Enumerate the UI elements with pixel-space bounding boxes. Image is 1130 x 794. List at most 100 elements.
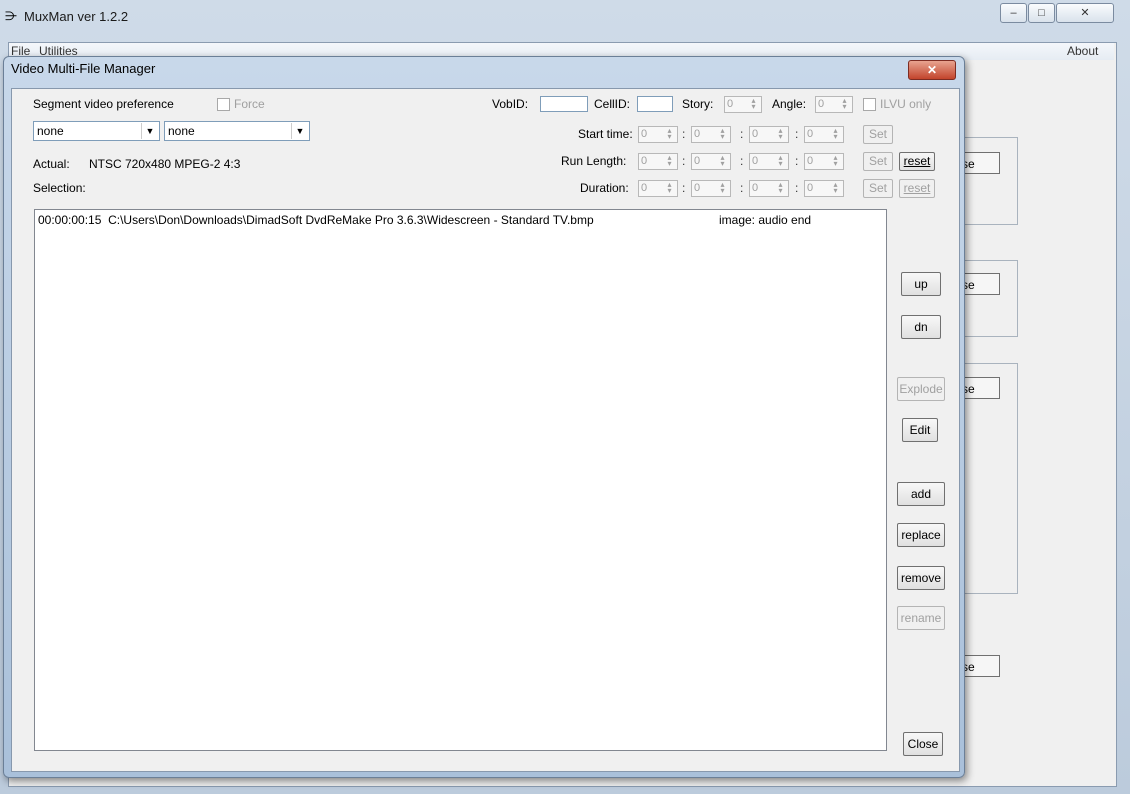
colon: :: [740, 181, 744, 195]
main-window-title: MuxMan ver 1.2.2: [24, 9, 129, 24]
force-label: Force: [234, 97, 265, 111]
run-length-label: Run Length:: [561, 154, 627, 168]
spin-value: 0: [807, 155, 814, 167]
list-item-info: image: audio end: [719, 213, 812, 227]
spin-arrows-icon[interactable]: ▴ ▾: [774, 181, 787, 195]
rename-button[interactable]: rename: [897, 606, 945, 630]
list-item-path: C:\Users\Don\Downloads\DimadSoft DvdReMa…: [108, 213, 594, 227]
duration-label: Duration:: [580, 181, 629, 195]
edit-button[interactable]: Edit: [902, 418, 938, 442]
add-button[interactable]: add: [897, 482, 945, 506]
dialog-title: Video Multi-File Manager: [11, 61, 156, 76]
colon: :: [795, 181, 799, 195]
force-checkbox[interactable]: [217, 98, 230, 111]
file-list[interactable]: 00:00:00:15 C:\Users\Don\Downloads\Dimad…: [34, 209, 887, 751]
spin-value: 0: [694, 128, 701, 140]
segment-pref-label: Segment video preference: [33, 97, 174, 111]
angle-spinner[interactable]: 0 ▴ ▾: [815, 96, 853, 113]
vobid-label: VobID:: [492, 97, 529, 111]
close-icon[interactable]: ✕: [1056, 3, 1114, 23]
angle-value: 0: [818, 98, 825, 110]
actual-value: NTSC 720x480 MPEG-2 4:3: [89, 157, 241, 171]
set-run-length-button[interactable]: Set: [863, 152, 893, 171]
spin-arrows-icon[interactable]: ▴ ▾: [663, 181, 676, 195]
set-duration-button[interactable]: Set: [863, 179, 893, 198]
time-spinner[interactable]: 0 ▴ ▾: [749, 180, 789, 197]
explode-button[interactable]: Explode: [897, 377, 945, 401]
time-spinner[interactable]: 0 ▴ ▾: [749, 153, 789, 170]
list-item-time: 00:00:00:15: [38, 213, 102, 227]
spin-arrows-icon[interactable]: ▴ ▾: [716, 181, 729, 195]
time-spinner[interactable]: 0 ▴ ▾: [638, 126, 678, 143]
time-spinner[interactable]: 0 ▴ ▾: [691, 153, 731, 170]
spin-arrows-icon[interactable]: ▴ ▾: [663, 154, 676, 168]
chevron-down-icon[interactable]: ▼: [291, 123, 308, 139]
spin-value: 0: [641, 182, 648, 194]
angle-label: Angle:: [772, 97, 807, 111]
chevron-down-icon[interactable]: ▼: [141, 123, 158, 139]
time-spinner[interactable]: 0 ▴ ▾: [804, 126, 844, 143]
spin-arrows-icon[interactable]: ▴ ▾: [829, 154, 842, 168]
story-spinner[interactable]: 0 ▴ ▾: [724, 96, 762, 113]
time-spinner[interactable]: 0 ▴ ▾: [691, 180, 731, 197]
remove-button[interactable]: remove: [897, 566, 945, 590]
spin-value: 0: [752, 128, 759, 140]
combo-value: none: [37, 124, 64, 138]
replace-button[interactable]: replace: [897, 523, 945, 547]
spin-value: 0: [641, 155, 648, 167]
move-down-button[interactable]: dn: [901, 315, 941, 339]
maximize-icon[interactable]: □: [1028, 3, 1055, 23]
spin-value: 0: [694, 155, 701, 167]
time-spinner[interactable]: 0 ▴ ▾: [804, 153, 844, 170]
close-button[interactable]: Close: [903, 732, 943, 756]
time-spinner[interactable]: 0 ▴ ▾: [804, 180, 844, 197]
menu-about[interactable]: About: [1067, 44, 1098, 58]
ilvu-checkbox[interactable]: [863, 98, 876, 111]
set-start-button[interactable]: Set: [863, 125, 893, 144]
combo-value: none: [168, 124, 195, 138]
spin-value: 0: [752, 155, 759, 167]
segment-pref-combo-1[interactable]: none ▼: [33, 121, 160, 141]
actual-label: Actual:: [33, 157, 70, 171]
spin-arrows-icon[interactable]: ▴ ▾: [747, 97, 760, 111]
spin-value: 0: [807, 128, 814, 140]
vobid-field[interactable]: [540, 96, 588, 112]
spin-arrows-icon[interactable]: ▴ ▾: [716, 154, 729, 168]
spin-value: 0: [641, 128, 648, 140]
colon: :: [740, 127, 744, 141]
colon: :: [795, 127, 799, 141]
spin-arrows-icon[interactable]: ▴ ▾: [829, 127, 842, 141]
story-value: 0: [727, 98, 734, 110]
colon: :: [682, 181, 686, 195]
minimize-icon[interactable]: –: [1000, 3, 1027, 23]
time-spinner[interactable]: 0 ▴ ▾: [691, 126, 731, 143]
spin-arrows-icon[interactable]: ▴ ▾: [829, 181, 842, 195]
spin-value: 0: [752, 182, 759, 194]
spin-arrows-icon[interactable]: ▴ ▾: [838, 97, 851, 111]
reset-duration-button[interactable]: reset: [899, 179, 935, 198]
ilvu-label: ILVU only: [880, 97, 932, 111]
spin-value: 0: [694, 182, 701, 194]
colon: :: [795, 154, 799, 168]
segment-pref-combo-2[interactable]: none ▼: [164, 121, 310, 141]
spin-arrows-icon[interactable]: ▴ ▾: [774, 127, 787, 141]
colon: :: [740, 154, 744, 168]
move-up-button[interactable]: up: [901, 272, 941, 296]
spin-arrows-icon[interactable]: ▴ ▾: [663, 127, 676, 141]
reset-run-length-button[interactable]: reset: [899, 152, 935, 171]
dialog-close-icon[interactable]: ✕: [908, 60, 956, 80]
spin-arrows-icon[interactable]: ▴ ▾: [774, 154, 787, 168]
cellid-label: CellID:: [594, 97, 631, 111]
colon: :: [682, 154, 686, 168]
colon: :: [682, 127, 686, 141]
cellid-field[interactable]: [637, 96, 673, 112]
selection-label: Selection:: [33, 181, 86, 195]
time-spinner[interactable]: 0 ▴ ▾: [749, 126, 789, 143]
spin-arrows-icon[interactable]: ▴ ▾: [716, 127, 729, 141]
time-spinner[interactable]: 0 ▴ ▾: [638, 180, 678, 197]
list-item[interactable]: 00:00:00:15 C:\Users\Don\Downloads\Dimad…: [38, 213, 594, 227]
start-time-label: Start time:: [578, 127, 633, 141]
story-label: Story:: [682, 97, 714, 111]
time-spinner[interactable]: 0 ▴ ▾: [638, 153, 678, 170]
spin-value: 0: [807, 182, 814, 194]
